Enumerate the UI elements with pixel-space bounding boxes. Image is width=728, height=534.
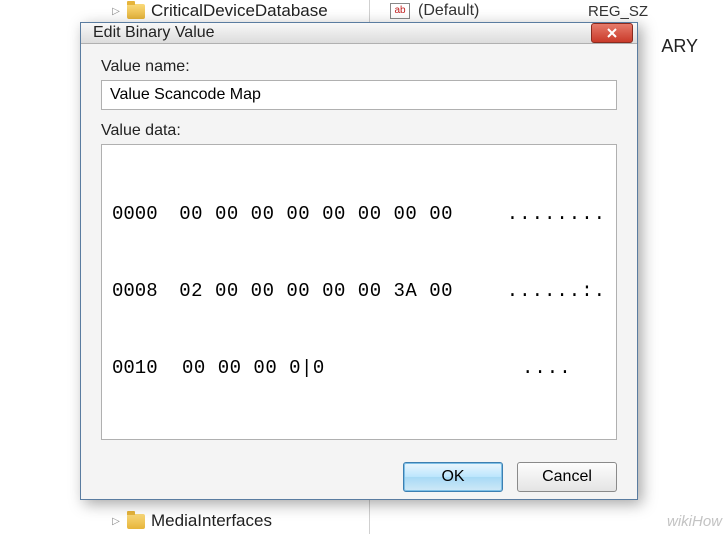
hex-bytes[interactable]: 02 00 00 00 00 00 3A 00 — [179, 279, 487, 305]
registry-value-name: (Default) — [418, 2, 479, 20]
dialog-button-row: OK Cancel — [81, 450, 637, 506]
dialog-title: Edit Binary Value — [93, 24, 591, 42]
hex-bytes[interactable]: 00 00 00 0|0 — [182, 356, 502, 382]
hex-ascii: .... — [502, 356, 606, 382]
tree-item-label: CriticalDeviceDatabase — [151, 1, 328, 21]
dialog-titlebar[interactable]: Edit Binary Value — [81, 23, 637, 44]
hex-offset: 0010 — [112, 356, 182, 382]
close-icon — [606, 28, 618, 38]
registry-value-type: REG_SZ — [588, 3, 648, 20]
expander-icon[interactable]: ▷ — [110, 515, 122, 527]
hex-ascii: ........ — [487, 202, 606, 228]
value-name-input[interactable] — [101, 80, 617, 110]
cancel-button[interactable]: Cancel — [517, 462, 617, 492]
value-data-label: Value data: — [101, 122, 617, 140]
string-value-icon: ab — [390, 3, 410, 19]
ok-button[interactable]: OK — [403, 462, 503, 492]
tree-item-label: MediaInterfaces — [151, 511, 272, 531]
dialog-body: Value name: Value data: 0000 00 00 00 00… — [81, 44, 637, 450]
hex-editor[interactable]: 0000 00 00 00 00 00 00 00 00 ........ 00… — [101, 144, 617, 440]
folder-icon — [127, 514, 145, 529]
expander-icon[interactable]: ▷ — [110, 5, 122, 17]
tree-item-top[interactable]: ▷ CriticalDeviceDatabase — [0, 0, 369, 22]
hex-row: 0010 00 00 00 0|0 .... — [112, 356, 606, 382]
folder-icon — [127, 4, 145, 19]
registry-value-row[interactable]: ab (Default) REG_SZ — [370, 0, 728, 22]
watermark: wikiHow — [667, 513, 722, 530]
edit-binary-dialog: Edit Binary Value Value name: Value data… — [80, 22, 638, 500]
tree-item-bottom[interactable]: ▷ MediaInterfaces — [0, 510, 272, 532]
hex-ascii: ......:. — [487, 279, 606, 305]
hex-row: 0008 02 00 00 00 00 00 3A 00 ......:. — [112, 279, 606, 305]
hex-offset: 0008 — [112, 279, 179, 305]
value-name-label: Value name: — [101, 58, 617, 76]
close-button[interactable] — [591, 23, 633, 43]
hex-offset: 0000 — [112, 202, 179, 228]
cut-off-label: ARY — [661, 36, 698, 57]
hex-row: 0000 00 00 00 00 00 00 00 00 ........ — [112, 202, 606, 228]
hex-bytes[interactable]: 00 00 00 00 00 00 00 00 — [179, 202, 487, 228]
